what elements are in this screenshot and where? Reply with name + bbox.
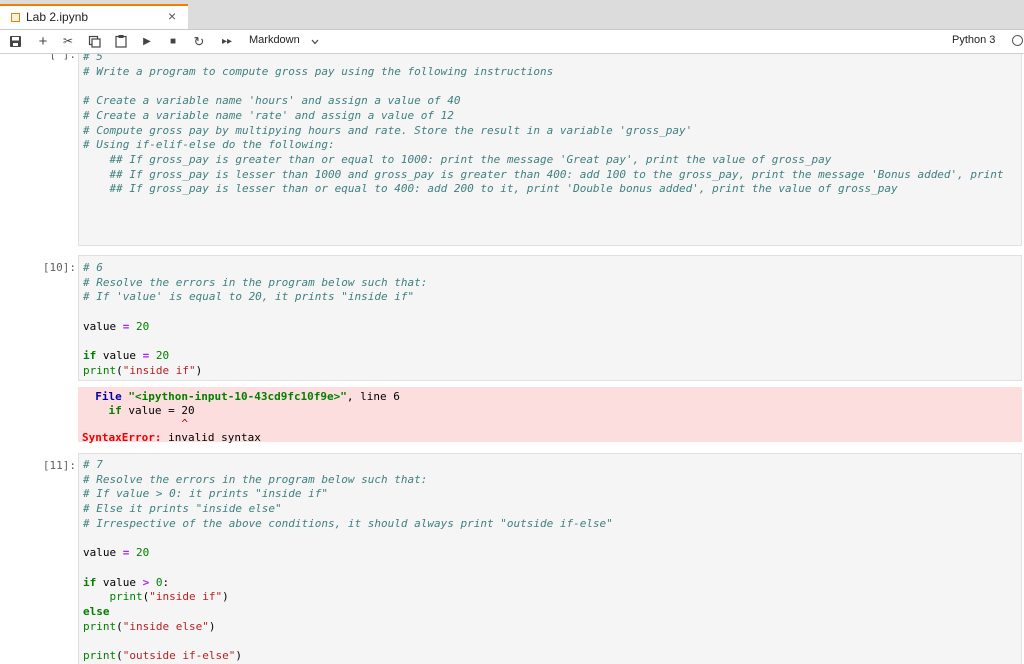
code-var: value (102, 575, 136, 589)
code-paren: ) (195, 363, 203, 377)
code-keyword: if (83, 349, 97, 363)
kernel-name[interactable]: Python 3 (952, 34, 995, 46)
tab-title: Lab 2.ipynb (26, 10, 89, 24)
notebook-toolbar: + ✂ ▶ ■ ↻ ▸▸ Markdown Python 3 (0, 30, 1024, 54)
code-comment: # Irrespective of the above conditions, … (83, 516, 613, 530)
chevron-down-icon (311, 39, 319, 45)
cell-type-label: Markdown (249, 34, 300, 46)
code-string: "inside else" (122, 619, 209, 633)
code-string: "inside if" (122, 363, 196, 377)
error-file-name: "<ipython-input-10-43cd9fc10f9e>" (128, 390, 347, 403)
code-comment: # Create a variable name 'hours' and ass… (83, 94, 461, 108)
restart-icon[interactable]: ↻ (192, 33, 206, 50)
code-builtin: print (83, 363, 117, 377)
traceback: File "<ipython-input-10-43cd9fc10f9e>", … (78, 387, 1022, 446)
code-keyword: if (83, 575, 97, 589)
input-prompt: [11]: (42, 459, 76, 472)
code-cell[interactable]: [10]: # 6 # Resolve the errors in the pr… (0, 255, 1024, 444)
code-colon: : (162, 575, 170, 589)
error-code-line: value = 20 (121, 403, 195, 417)
notebook-icon (11, 13, 20, 22)
code-keyword: else (83, 605, 110, 619)
cell-input[interactable]: # 7 # Resolve the errors in the program … (78, 453, 1022, 664)
cell-input[interactable]: # 5 # Write a program to compute gross p… (78, 54, 1022, 246)
error-file-label: File (95, 390, 122, 403)
code-comment: # Resolve the errors in the program belo… (83, 472, 428, 486)
code-number: 20 (155, 349, 170, 363)
error-output: File "<ipython-input-10-43cd9fc10f9e>", … (78, 387, 1022, 444)
tab-bar: Lab 2.ipynb × (0, 0, 1024, 30)
error-line-info: , line 6 (346, 390, 400, 403)
code-comment: # 7 (83, 458, 103, 471)
code-var: value (83, 319, 117, 333)
input-prompt: [10]: (42, 261, 76, 274)
input-prompt: [ ]: (49, 54, 77, 61)
code-editor[interactable]: # 6 # Resolve the errors in the program … (79, 256, 1021, 382)
code-comment: ## If gross_pay is greater than or equal… (83, 152, 832, 166)
code-op: = (142, 349, 150, 363)
error-caret: ^ (181, 417, 188, 430)
code-number: 0 (155, 575, 163, 589)
code-comment: # If value > 0: it prints "inside if" (83, 487, 329, 501)
run-icon[interactable]: ▶ (140, 33, 154, 50)
notebook-tab[interactable]: Lab 2.ipynb × (0, 4, 188, 29)
cell-type-select[interactable]: Markdown (249, 30, 324, 53)
code-number: 20 (136, 546, 150, 560)
code-comment: # Using if-elif-else do the following: (83, 138, 335, 152)
code-comment: # 5 (83, 54, 103, 63)
code-string: "outside if-else" (122, 649, 236, 663)
code-comment: ## If gross_pay is lesser than 1000 and … (83, 167, 1004, 181)
code-var: value (102, 349, 136, 363)
copy-icon[interactable] (88, 35, 101, 48)
stop-icon[interactable]: ■ (166, 33, 180, 50)
error-type: SyntaxError: (82, 430, 162, 444)
code-op: > (142, 575, 150, 589)
notebook-area: [ ]: # 5 # Write a program to compute gr… (0, 54, 1024, 664)
code-op: = (122, 546, 130, 560)
code-editor[interactable]: # 5 # Write a program to compute gross p… (79, 54, 1021, 200)
save-icon[interactable] (9, 35, 22, 48)
code-paren: ( (116, 363, 123, 377)
code-comment: ## If gross_pay is lesser than or equal … (83, 182, 898, 196)
code-number: 20 (136, 319, 150, 333)
code-comment: # Else it prints "inside else" (83, 502, 282, 516)
code-comment: # If 'value' is equal to 20, it prints "… (83, 290, 415, 304)
cut-icon[interactable]: ✂ (60, 33, 76, 50)
code-comment: # 6 (83, 261, 103, 274)
code-comment: # Create a variable name 'rate' and assi… (83, 108, 454, 122)
code-var: value (83, 546, 117, 560)
code-cell[interactable]: [ ]: # 5 # Write a program to compute gr… (0, 54, 1024, 246)
code-comment: # Compute gross pay by multipying hours … (83, 123, 693, 137)
code-op: = (122, 319, 130, 333)
close-icon[interactable]: × (168, 8, 176, 24)
code-comment: # Resolve the errors in the program belo… (83, 275, 428, 289)
cell-input[interactable]: # 6 # Resolve the errors in the program … (78, 255, 1022, 381)
code-comment: # Write a program to compute gross pay u… (83, 64, 554, 78)
paste-icon[interactable] (114, 34, 128, 48)
kernel-status-icon (1012, 35, 1023, 46)
error-message: invalid syntax (161, 430, 261, 444)
code-editor[interactable]: # 7 # Resolve the errors in the program … (79, 454, 1021, 664)
code-builtin: print (83, 649, 117, 663)
code-cell[interactable]: [11]: # 7 # Resolve the errors in the pr… (0, 453, 1024, 664)
code-string: "inside if" (149, 590, 223, 604)
code-builtin: print (83, 619, 117, 633)
fast-forward-icon[interactable]: ▸▸ (218, 33, 236, 50)
add-cell-button[interactable]: + (36, 33, 50, 50)
code-builtin: print (109, 590, 143, 604)
error-code-keyword: if (108, 403, 122, 417)
